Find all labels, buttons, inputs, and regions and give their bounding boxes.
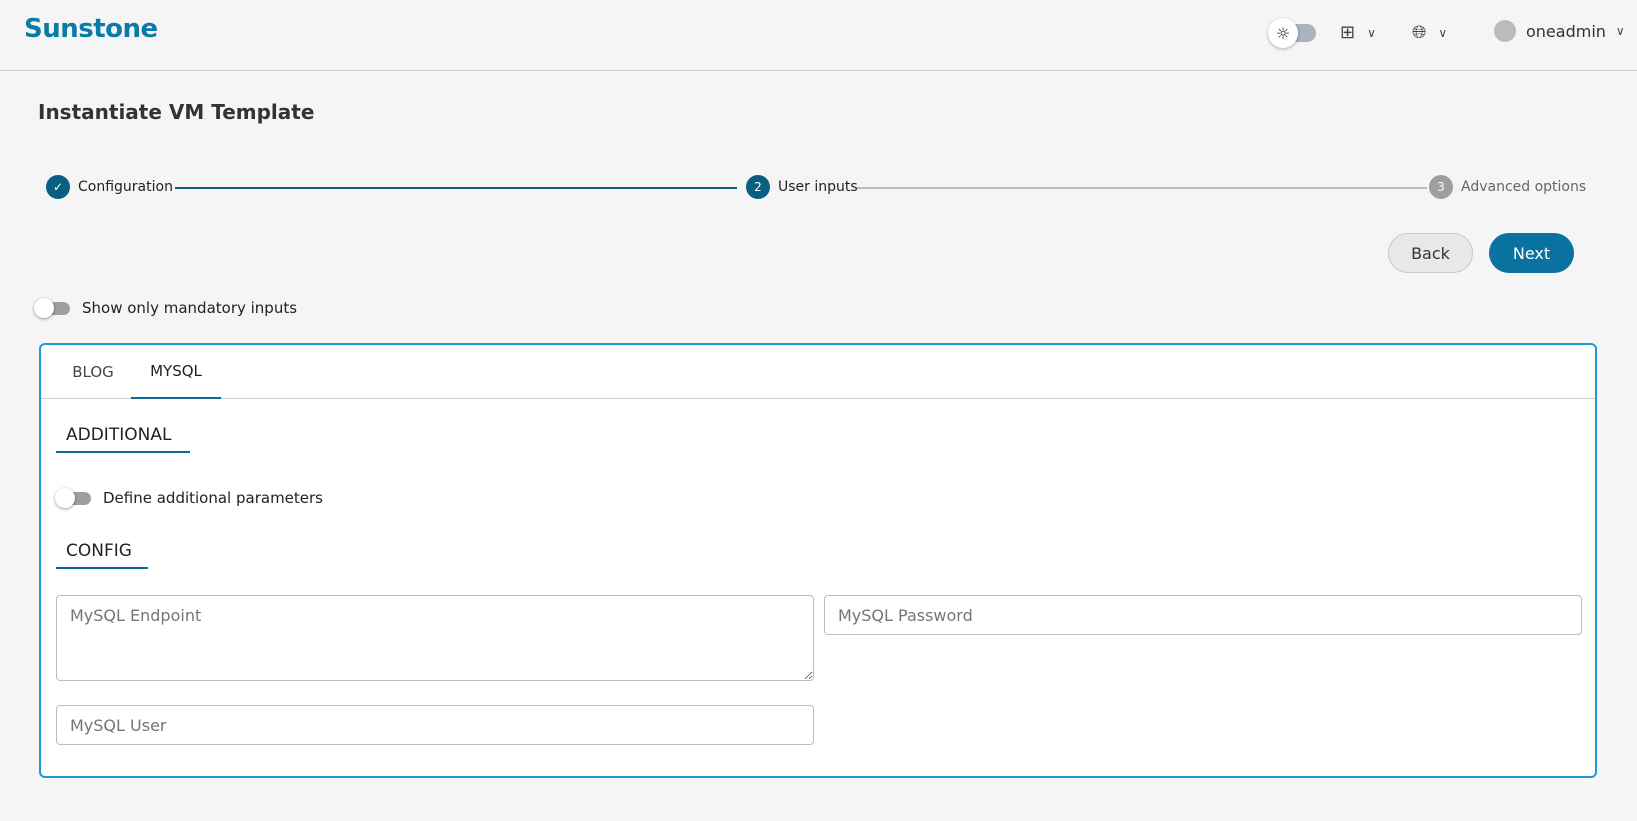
step-label: Advanced options bbox=[1461, 179, 1587, 195]
user-menu-button[interactable]: oneadmin ∨ bbox=[1494, 20, 1625, 42]
step-number: 3 bbox=[1429, 175, 1453, 199]
toggle-label: Show only mandatory inputs bbox=[82, 299, 298, 317]
page-title: Instantiate VM Template bbox=[38, 100, 315, 124]
next-button[interactable]: Next bbox=[1489, 233, 1574, 273]
apps-menu-button[interactable]: ⊞ ∨ bbox=[1340, 22, 1376, 43]
avatar bbox=[1494, 20, 1516, 42]
step-label: User inputs bbox=[778, 179, 858, 195]
sun-icon: ☼ bbox=[1268, 18, 1298, 48]
tab-blog[interactable]: BLOG bbox=[49, 345, 137, 399]
step-configuration[interactable]: ✓ Configuration bbox=[46, 175, 173, 199]
tab-mysql[interactable]: MYSQL bbox=[131, 345, 221, 399]
globe-icon: 🌐︎ bbox=[1412, 22, 1427, 43]
tab-bar: BLOG MYSQL bbox=[41, 345, 1595, 399]
mysql-user-input[interactable] bbox=[56, 705, 814, 745]
grid-icon: ⊞ bbox=[1340, 22, 1356, 43]
check-icon: ✓ bbox=[46, 175, 70, 199]
step-advanced-options[interactable]: 3 Advanced options bbox=[1429, 175, 1586, 199]
app-header: Sunstone ☼ ⊞ ∨ 🌐︎ ∨ oneadmin ∨ bbox=[0, 0, 1637, 71]
step-user-inputs[interactable]: 2 User inputs bbox=[746, 175, 858, 199]
back-button[interactable]: Back bbox=[1388, 233, 1473, 273]
section-additional: ADDITIONAL bbox=[56, 425, 190, 453]
step-connector bbox=[175, 187, 737, 189]
mandatory-inputs-toggle[interactable]: Show only mandatory inputs bbox=[34, 298, 297, 318]
language-menu-button[interactable]: 🌐︎ ∨ bbox=[1412, 22, 1447, 43]
toggle-label: Define additional parameters bbox=[103, 489, 323, 507]
additional-parameters-toggle[interactable]: Define additional parameters bbox=[55, 488, 323, 508]
logo[interactable]: Sunstone bbox=[24, 14, 158, 44]
step-number: 2 bbox=[746, 175, 770, 199]
step-label: Configuration bbox=[78, 179, 173, 195]
chevron-down-icon: ∨ bbox=[1438, 25, 1448, 40]
chevron-down-icon: ∨ bbox=[1615, 24, 1625, 38]
step-connector bbox=[857, 187, 1427, 189]
mysql-endpoint-input[interactable] bbox=[56, 595, 814, 681]
theme-toggle[interactable]: ☼ bbox=[1268, 18, 1316, 48]
user-inputs-card: BLOG MYSQL ADDITIONAL Define additional … bbox=[39, 343, 1597, 778]
username: oneadmin bbox=[1526, 21, 1606, 41]
section-config: CONFIG bbox=[56, 541, 148, 569]
mysql-password-input[interactable] bbox=[824, 595, 1582, 635]
chevron-down-icon: ∨ bbox=[1367, 25, 1376, 40]
